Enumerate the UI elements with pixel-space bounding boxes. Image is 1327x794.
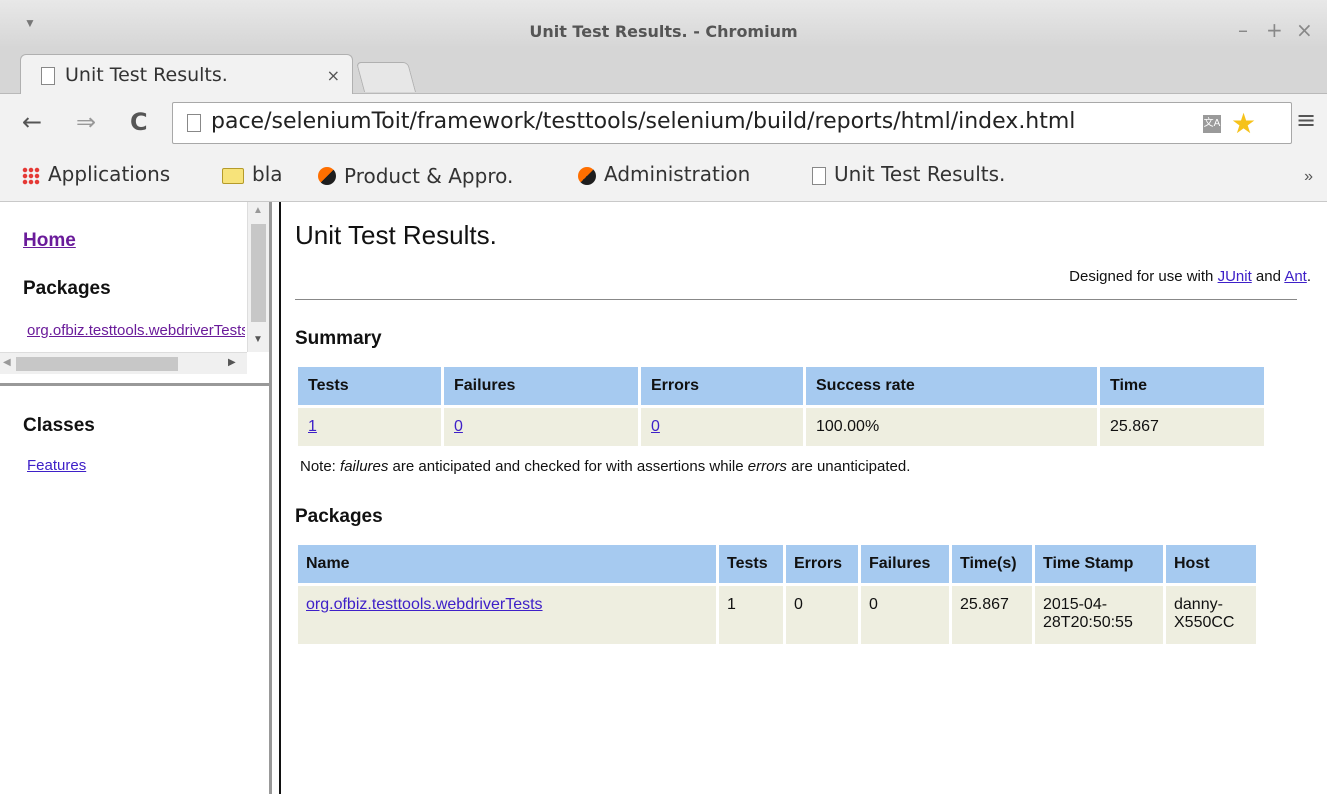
column-header: Time	[1100, 367, 1264, 405]
class-link-features[interactable]: Features	[27, 457, 86, 474]
table-header-row: Name Tests Errors Failures Time(s) Time …	[298, 545, 1256, 583]
scrollbar-thumb[interactable]	[251, 224, 266, 322]
package-name-link[interactable]: org.ofbiz.testtools.webdriverTests	[306, 596, 543, 613]
column-header: Errors	[641, 367, 803, 405]
packages-heading: Packages	[23, 278, 111, 299]
classes-heading: Classes	[23, 415, 95, 436]
package-link[interactable]: org.ofbiz.testtools.webdriverTests	[27, 322, 245, 339]
summary-heading: Summary	[295, 328, 382, 349]
vertical-scrollbar[interactable]: ▲ ▼	[247, 202, 269, 352]
page-icon	[187, 114, 201, 132]
bookmarks-bar: Applications bla Product & Appro. Admini…	[0, 154, 1327, 202]
main-content-frame: Unit Test Results. Designed for use with…	[283, 202, 1327, 794]
maximize-icon[interactable]: +	[1266, 18, 1283, 42]
column-header: Time Stamp	[1035, 545, 1163, 583]
table-cell: 0	[786, 586, 858, 644]
table-row: 1 0 0 100.00% 25.867	[298, 408, 1264, 446]
junit-link[interactable]: JUnit	[1218, 268, 1252, 285]
errors-count-link[interactable]: 0	[651, 418, 660, 435]
table-cell: org.ofbiz.testtools.webdriverTests	[298, 586, 716, 644]
back-icon[interactable]: ←	[22, 108, 42, 136]
bookmark-unit-test-results[interactable]: Unit Test Results.	[812, 162, 1005, 186]
packages-frame: Home Packages org.ofbiz.testtools.webdri…	[0, 202, 272, 386]
bookmark-administration[interactable]: Administration	[578, 162, 750, 186]
left-navigation-frames: Home Packages org.ofbiz.testtools.webdri…	[0, 202, 272, 794]
tab-close-icon[interactable]: ×	[327, 66, 340, 85]
column-header: Failures	[444, 367, 638, 405]
chrome-menu-icon[interactable]: ≡	[1296, 106, 1316, 134]
scrollbar-thumb[interactable]	[16, 357, 178, 371]
column-header: Name	[298, 545, 716, 583]
column-header: Tests	[298, 367, 441, 405]
page-title: Unit Test Results.	[295, 220, 497, 250]
forward-icon[interactable]: ⇒	[76, 108, 96, 136]
favicon-icon	[318, 166, 336, 185]
table-cell: 1	[719, 586, 783, 644]
column-header: Time(s)	[952, 545, 1032, 583]
bookmark-star-icon[interactable]: ★	[1231, 107, 1256, 140]
page-icon	[812, 166, 826, 185]
minimize-icon[interactable]: –	[1238, 18, 1248, 42]
table-cell: 1	[298, 408, 441, 446]
new-tab-button[interactable]	[355, 62, 417, 92]
column-header: Tests	[719, 545, 783, 583]
column-header: Success rate	[806, 367, 1097, 405]
table-cell: 0	[641, 408, 803, 446]
frame-divider[interactable]	[269, 202, 281, 794]
translate-icon[interactable]: 文A	[1203, 115, 1221, 133]
scroll-left-icon[interactable]: ◀	[3, 357, 11, 368]
close-window-icon[interactable]: ×	[1296, 18, 1313, 42]
table-cell: danny- X550CC	[1166, 586, 1256, 644]
time-cell: 25.867	[1100, 408, 1264, 446]
ant-link[interactable]: Ant	[1284, 268, 1307, 285]
table-cell: 0	[861, 586, 949, 644]
window-titlebar: ▼ Unit Test Results. - Chromium – + ×	[0, 0, 1327, 48]
bookmark-applications[interactable]: Applications	[22, 162, 170, 186]
bookmark-product-appro[interactable]: Product & Appro.	[318, 162, 566, 188]
designed-for-text: Designed for use with JUnit and Ant.	[1069, 268, 1311, 285]
window-title: Unit Test Results. - Chromium	[529, 22, 798, 41]
horizontal-scrollbar[interactable]: ◀ ▶	[0, 352, 247, 374]
success-rate-cell: 100.00%	[806, 408, 1097, 446]
table-header-row: Tests Failures Errors Success rate Time	[298, 367, 1264, 405]
tab-strip: Unit Test Results. ×	[0, 48, 1327, 95]
classes-frame: Classes Features	[0, 389, 272, 794]
address-bar[interactable]: pace/seleniumToit/framework/testtools/se…	[172, 102, 1292, 144]
packages-table: Name Tests Errors Failures Time(s) Time …	[295, 542, 1259, 647]
packages-heading: Packages	[295, 506, 383, 527]
tab-unit-test-results[interactable]: Unit Test Results. ×	[20, 54, 353, 95]
table-cell: 0	[444, 408, 638, 446]
home-link[interactable]: Home	[23, 230, 76, 252]
page-icon	[41, 67, 55, 85]
table-row: org.ofbiz.testtools.webdriverTests 1 0 0…	[298, 586, 1256, 644]
favicon-icon	[578, 166, 596, 185]
folder-icon	[222, 167, 244, 184]
column-header: Failures	[861, 545, 949, 583]
table-cell: 2015-04- 28T20:50:55	[1035, 586, 1163, 644]
browser-toolbar: ← ⇒ C pace/seleniumToit/framework/testto…	[0, 94, 1327, 154]
bookmark-bla[interactable]: bla	[222, 162, 283, 186]
summary-table: Tests Failures Errors Success rate Time …	[295, 364, 1267, 449]
horizontal-rule	[295, 299, 1297, 300]
note-text: Note: failures are anticipated and check…	[300, 458, 911, 475]
bookmarks-overflow-icon[interactable]: »	[1304, 168, 1313, 186]
table-cell: 25.867	[952, 586, 1032, 644]
tab-label: Unit Test Results.	[65, 64, 228, 86]
tests-count-link[interactable]: 1	[308, 418, 317, 435]
scroll-down-icon[interactable]: ▼	[253, 334, 263, 345]
column-header: Errors	[786, 545, 858, 583]
failures-count-link[interactable]: 0	[454, 418, 463, 435]
apps-icon	[22, 166, 40, 185]
url-text[interactable]: pace/seleniumToit/framework/testtools/se…	[211, 109, 1201, 134]
scroll-right-icon[interactable]: ▶	[228, 357, 236, 368]
column-header: Host	[1166, 545, 1256, 583]
scroll-up-icon[interactable]: ▲	[253, 205, 263, 216]
reload-icon[interactable]: C	[130, 108, 148, 136]
